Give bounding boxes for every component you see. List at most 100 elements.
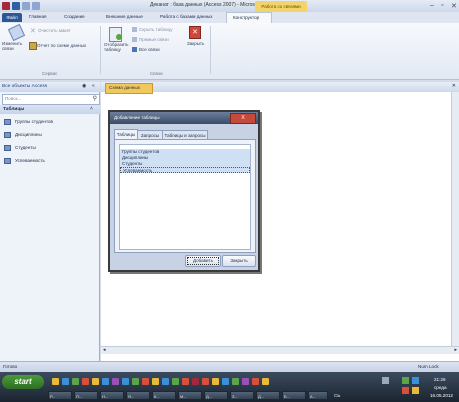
quicklaunch-icon[interactable] — [262, 378, 269, 385]
scroll-right-icon[interactable]: ▸ — [454, 347, 457, 353]
tab-create[interactable]: Создание — [64, 14, 85, 19]
report-button[interactable]: Отчет по схеме данных — [37, 43, 86, 48]
nav-group-tables[interactable]: Таблицы ˄ — [0, 105, 100, 114]
tray-icon[interactable] — [402, 387, 409, 394]
quicklaunch-icon[interactable] — [242, 378, 249, 385]
clock-time[interactable]: 21:26 — [434, 377, 446, 382]
document-tab-bar: Схема данных ✕ — [101, 82, 459, 94]
language-indicator[interactable]: СЬ — [334, 393, 340, 398]
quicklaunch-icon[interactable] — [52, 378, 59, 385]
quicklaunch-icon[interactable] — [212, 378, 219, 385]
start-label: start — [14, 377, 32, 386]
nav-item-label: Группы студентов — [15, 119, 53, 124]
quicklaunch-icon[interactable] — [172, 378, 179, 385]
collapse-nav-icon[interactable]: « — [92, 83, 95, 89]
tray-icon[interactable] — [382, 377, 389, 384]
close-dialog-button[interactable]: Закрыть — [222, 255, 256, 267]
direct-links-icon — [132, 37, 137, 42]
nav-header[interactable]: Все объекты Access ◉ « — [0, 82, 100, 92]
clear-layout-button[interactable]: Очистить макет — [38, 28, 71, 33]
taskbar-item[interactable]: К... — [152, 391, 176, 400]
quicklaunch-icon[interactable] — [62, 378, 69, 385]
close-icon[interactable]: ✕ — [451, 2, 457, 10]
nav-item-students[interactable]: Студенты — [4, 144, 98, 154]
list-item[interactable]: Успеваемость — [120, 167, 250, 173]
quicklaunch-icon[interactable] — [132, 378, 139, 385]
quicklaunch-icon[interactable] — [72, 378, 79, 385]
quicklaunch-icon[interactable] — [222, 378, 229, 385]
quicklaunch-icon[interactable] — [252, 378, 259, 385]
tab-designer-label: Конструктор — [233, 15, 260, 20]
hide-table-icon — [132, 27, 137, 32]
quicklaunch-icon[interactable] — [162, 378, 169, 385]
nav-item-disciplines[interactable]: Дисциплины — [4, 131, 98, 141]
quicklaunch-icon[interactable] — [152, 378, 159, 385]
scroll-left-icon[interactable]: ◂ — [103, 347, 106, 353]
quicklaunch-icon[interactable] — [92, 378, 99, 385]
dialog-panel: Группы студентов Дисциплины Студенты Усп… — [114, 139, 256, 253]
tray-icon[interactable] — [412, 387, 419, 394]
nav-search-input[interactable]: Поиск... ⚲ — [2, 94, 100, 105]
quicklaunch-icon[interactable] — [142, 378, 149, 385]
close-relations-button[interactable]: ✕ — [184, 25, 204, 55]
report-icon — [29, 42, 37, 50]
clock-day: среда — [434, 385, 447, 390]
minimize-icon[interactable]: – — [430, 2, 434, 9]
start-button[interactable]: start — [2, 375, 44, 389]
tab-database-tools[interactable]: Работа с базами данных — [160, 14, 213, 19]
tab-home[interactable]: Главная — [29, 14, 46, 19]
tab-external-data[interactable]: Внешние данные — [106, 14, 143, 19]
direct-links-button[interactable]: Прямые связи — [139, 37, 169, 42]
close-document-icon[interactable]: ✕ — [452, 83, 456, 89]
dialog-close-button[interactable]: X — [230, 113, 256, 124]
nav-item-progress[interactable]: Успеваемость — [4, 157, 98, 167]
taskbar-item[interactable]: Я... — [126, 391, 150, 400]
relationships-tab-label: Схема данных — [109, 85, 141, 90]
undo-icon[interactable] — [22, 2, 30, 10]
system-tray: 21:26 среда 16.05.2012 — [372, 375, 459, 401]
nav-menu-icon[interactable]: ◉ — [82, 83, 86, 89]
table-icon — [4, 145, 11, 151]
tray-icon[interactable] — [402, 377, 409, 384]
quicklaunch-icon[interactable] — [122, 378, 129, 385]
quicklaunch-icon[interactable] — [182, 378, 189, 385]
taskbar-item[interactable]: Н... — [100, 391, 124, 400]
tray-icon[interactable] — [412, 377, 419, 384]
dialog-title-bar[interactable]: Добавление таблицы X — [110, 112, 258, 124]
taskbar-item[interactable]: Р... — [48, 391, 72, 400]
all-links-icon — [132, 47, 137, 52]
quicklaunch-icon[interactable] — [102, 378, 109, 385]
maximize-icon[interactable]: ▫ — [441, 2, 443, 9]
nav-item-groups[interactable]: Группы студентов — [4, 118, 98, 128]
all-links-button[interactable]: Все связи — [139, 47, 160, 52]
taskbar-item[interactable]: Д... — [204, 391, 228, 400]
tab-file[interactable]: Файл — [2, 13, 22, 22]
tables-list[interactable]: Группы студентов Дисциплины Студенты Усп… — [119, 144, 251, 250]
quicklaunch-icon[interactable] — [232, 378, 239, 385]
group-links-label: Связи — [150, 71, 163, 76]
quicklaunch-icon[interactable] — [112, 378, 119, 385]
horizontal-scrollbar[interactable]: ◂ ▸ — [101, 346, 459, 354]
taskbar-item[interactable]: М... — [178, 391, 202, 400]
tab-relationships[interactable]: Схема данных — [105, 83, 153, 94]
taskbar-item[interactable]: Д... — [256, 391, 280, 400]
taskbar-item[interactable]: Б... — [282, 391, 306, 400]
quicklaunch-icon[interactable] — [82, 378, 89, 385]
taskbar-item[interactable]: П... — [74, 391, 98, 400]
taskbar-item[interactable]: З... — [230, 391, 254, 400]
search-icon[interactable]: ⚲ — [93, 95, 97, 102]
add-button[interactable]: Добавить — [185, 255, 221, 267]
quicklaunch-icon[interactable] — [202, 378, 209, 385]
hide-table-button[interactable]: Скрыть таблицу — [139, 27, 172, 32]
table-icon — [4, 158, 11, 164]
redo-icon[interactable] — [32, 2, 40, 10]
chevron-up-icon[interactable]: ˄ — [90, 106, 93, 112]
nav-search-placeholder: Поиск... — [5, 96, 22, 101]
taskbar-item[interactable]: А... — [308, 391, 328, 400]
taskbar: start Р... П... Н... Я... К... М... Д...… — [0, 372, 459, 402]
add-table-dialog: Добавление таблицы X Таблицы Запросы Таб… — [108, 110, 260, 272]
vertical-scrollbar[interactable] — [451, 92, 459, 346]
table-icon — [4, 119, 11, 125]
save-icon[interactable] — [12, 2, 20, 10]
quicklaunch-icon[interactable] — [192, 378, 199, 385]
